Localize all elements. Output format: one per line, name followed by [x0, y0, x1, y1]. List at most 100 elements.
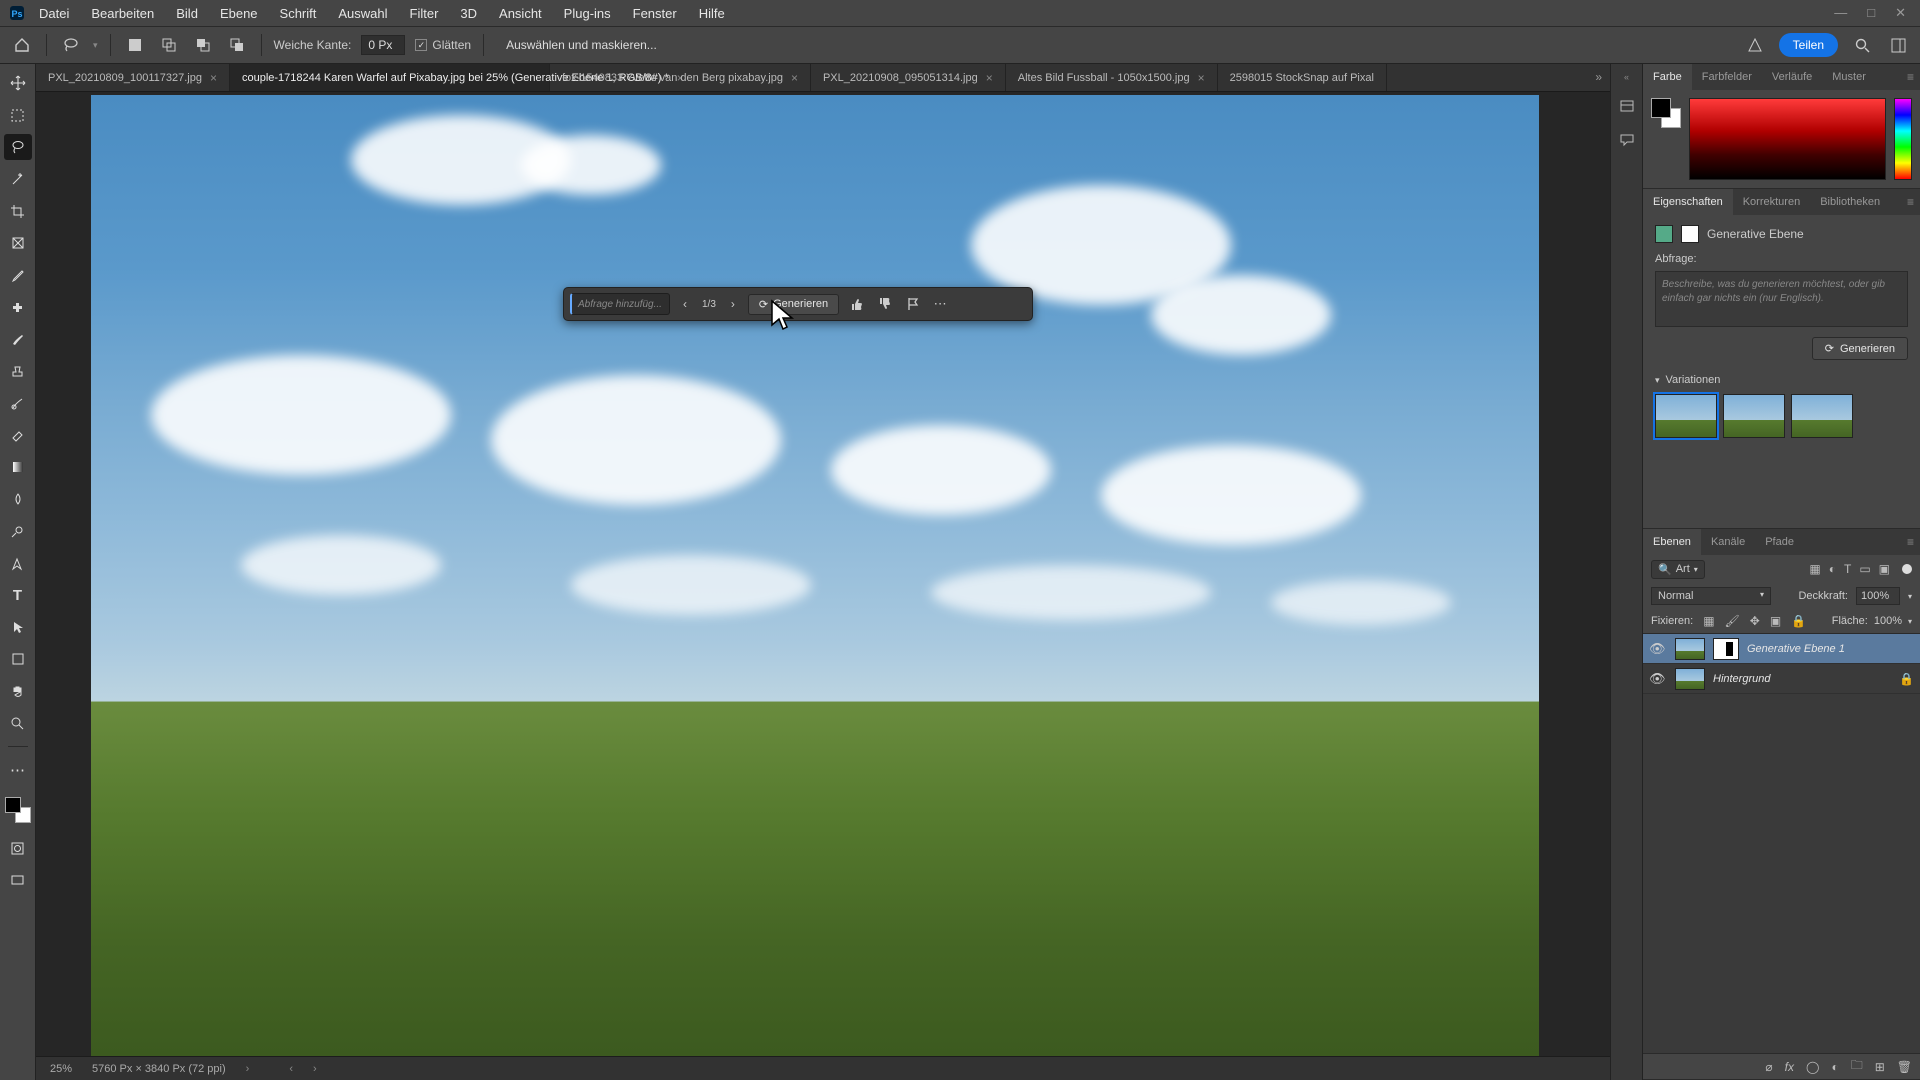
menu-ebene[interactable]: Ebene — [211, 2, 267, 25]
menu-fenster[interactable]: Fenster — [624, 2, 686, 25]
tab-kanaele[interactable]: Kanäle — [1701, 529, 1755, 555]
panel-menu-icon[interactable]: ≡ — [1901, 64, 1920, 90]
document-tab[interactable]: PXL_20210908_095051314.jpg× — [811, 64, 1006, 91]
comments-panel-icon[interactable] — [1617, 130, 1637, 150]
workspace-icon[interactable] — [1886, 33, 1910, 57]
adjustment-layer-icon[interactable]: ◐ — [1831, 1060, 1838, 1074]
tab-close-icon[interactable]: × — [210, 71, 217, 85]
new-layer-icon[interactable]: ⊞ — [1875, 1060, 1885, 1074]
selection-intersect-icon[interactable] — [225, 33, 249, 57]
filter-toggle[interactable] — [1902, 564, 1912, 574]
lock-artboard-icon[interactable]: ▣ — [1770, 614, 1781, 628]
more-icon[interactable]: ⋯ — [929, 293, 951, 315]
variation-thumb[interactable] — [1791, 394, 1853, 438]
color-picker-field[interactable] — [1689, 98, 1886, 180]
generate-button[interactable]: ⟳ Generieren — [748, 294, 839, 315]
filter-shape-icon[interactable]: ▭ — [1859, 562, 1870, 576]
frame-tool-icon[interactable] — [4, 230, 32, 256]
antialias-checkbox[interactable]: ✓ Glätten — [415, 38, 471, 52]
menu-filter[interactable]: Filter — [401, 2, 448, 25]
layer-name[interactable]: Generative Ebene 1 — [1747, 643, 1845, 655]
new-group-icon[interactable]: 🗀 — [1851, 1056, 1863, 1077]
menu-datei[interactable]: Datei — [30, 2, 78, 25]
select-and-mask-button[interactable]: Auswählen und maskieren... — [496, 34, 667, 56]
tab-bibliotheken[interactable]: Bibliotheken — [1810, 189, 1890, 215]
document-tab[interactable]: 2598015 StockSnap auf Pixal — [1218, 64, 1387, 91]
thumbs-down-icon[interactable] — [873, 293, 895, 315]
tab-farbe[interactable]: Farbe — [1643, 64, 1692, 90]
layer-row[interactable]: 👁 Hintergrund 🔒 — [1643, 664, 1920, 694]
color-swatches[interactable] — [5, 797, 31, 823]
expand-icon[interactable]: « — [1624, 72, 1629, 82]
screen-mode-icon[interactable] — [4, 867, 32, 893]
stamp-tool-icon[interactable] — [4, 358, 32, 384]
menu-plugins[interactable]: Plug-ins — [555, 2, 620, 25]
generate-button[interactable]: ⟳ Generieren — [1812, 337, 1908, 360]
tab-pfade[interactable]: Pfade — [1755, 529, 1804, 555]
opacity-input[interactable]: 100% — [1856, 587, 1900, 605]
tab-verlaeufe[interactable]: Verläufe — [1762, 64, 1822, 90]
menu-hilfe[interactable]: Hilfe — [690, 2, 734, 25]
layer-fx-icon[interactable]: fx — [1785, 1060, 1794, 1074]
eyedropper-tool-icon[interactable] — [4, 262, 32, 288]
link-layers-icon[interactable]: ⌀ — [1765, 1060, 1772, 1074]
lasso-tool-icon[interactable] — [59, 33, 83, 57]
lock-transparent-icon[interactable]: ▦ — [1703, 614, 1714, 628]
pen-tool-icon[interactable] — [4, 550, 32, 576]
lock-icon[interactable]: 🔒 — [1899, 672, 1914, 686]
history-brush-tool-icon[interactable] — [4, 390, 32, 416]
blend-mode-select[interactable]: Normal ▾ — [1651, 587, 1771, 605]
filter-type-icon[interactable]: T — [1844, 562, 1851, 576]
tab-ebenen[interactable]: Ebenen — [1643, 529, 1701, 555]
history-panel-icon[interactable] — [1617, 96, 1637, 116]
canvas-viewport[interactable]: Abfrage hinzufüg... ‹ 1/3 › ⟳ Generieren… — [36, 92, 1610, 1056]
delete-layer-icon[interactable]: 🗑 — [1897, 1060, 1912, 1074]
window-close-icon[interactable]: ✕ — [1895, 5, 1906, 21]
prompt-input[interactable]: Abfrage hinzufüg... — [570, 293, 670, 315]
filter-pixel-icon[interactable]: ▦ — [1809, 562, 1820, 576]
info-chevron-icon[interactable]: › — [246, 1063, 250, 1075]
type-tool-icon[interactable]: T — [4, 582, 32, 608]
window-minimize-icon[interactable]: — — [1834, 5, 1847, 21]
tab-close-icon[interactable]: × — [986, 71, 993, 85]
lock-position-icon[interactable]: ✥ — [1750, 614, 1760, 628]
lasso-tool-icon[interactable] — [4, 134, 32, 160]
panel-menu-icon[interactable]: ≡ — [1901, 189, 1920, 215]
cloud-docs-icon[interactable] — [1743, 33, 1767, 57]
variation-thumb[interactable] — [1655, 394, 1717, 438]
menu-3d[interactable]: 3D — [451, 2, 486, 25]
document-tab[interactable]: Altes Bild Fussball - 1050x1500.jpg× — [1006, 64, 1218, 91]
brush-tool-icon[interactable] — [4, 326, 32, 352]
search-icon[interactable] — [1850, 33, 1874, 57]
menu-bild[interactable]: Bild — [167, 2, 207, 25]
tab-korrekturen[interactable]: Korrekturen — [1733, 189, 1810, 215]
layer-row[interactable]: 👁 Generative Ebene 1 — [1643, 634, 1920, 664]
menu-ansicht[interactable]: Ansicht — [490, 2, 551, 25]
hand-tool-icon[interactable] — [4, 678, 32, 704]
layer-mask-thumbnail[interactable] — [1713, 638, 1739, 660]
feather-input[interactable]: 0 Px — [361, 35, 405, 55]
path-select-tool-icon[interactable] — [4, 614, 32, 640]
window-maximize-icon[interactable]: □ — [1867, 5, 1875, 21]
prompt-textarea[interactable]: Beschreibe, was du generieren möchtest, … — [1655, 271, 1908, 327]
tab-farbfelder[interactable]: Farbfelder — [1692, 64, 1762, 90]
tab-close-icon[interactable]: × — [791, 71, 798, 85]
shape-tool-icon[interactable] — [4, 646, 32, 672]
blur-tool-icon[interactable] — [4, 486, 32, 512]
menu-schrift[interactable]: Schrift — [271, 2, 326, 25]
gradient-tool-icon[interactable] — [4, 454, 32, 480]
tab-muster[interactable]: Muster — [1822, 64, 1876, 90]
menu-bearbeiten[interactable]: Bearbeiten — [82, 2, 163, 25]
visibility-toggle-icon[interactable]: 👁 — [1649, 641, 1667, 657]
tabs-overflow-icon[interactable]: » — [1587, 64, 1610, 91]
variations-header[interactable]: ▾Variationen — [1655, 374, 1908, 386]
dodge-tool-icon[interactable] — [4, 518, 32, 544]
filter-adjust-icon[interactable]: ◐ — [1829, 562, 1836, 576]
tab-close-icon[interactable]: × — [1198, 71, 1205, 85]
tab-eigenschaften[interactable]: Eigenschaften — [1643, 189, 1733, 215]
flag-icon[interactable] — [901, 293, 923, 315]
lock-paint-icon[interactable]: 🖌 — [1725, 614, 1740, 628]
zoom-tool-icon[interactable] — [4, 710, 32, 736]
variation-prev-icon[interactable]: ‹ — [676, 293, 694, 315]
menu-auswahl[interactable]: Auswahl — [329, 2, 396, 25]
